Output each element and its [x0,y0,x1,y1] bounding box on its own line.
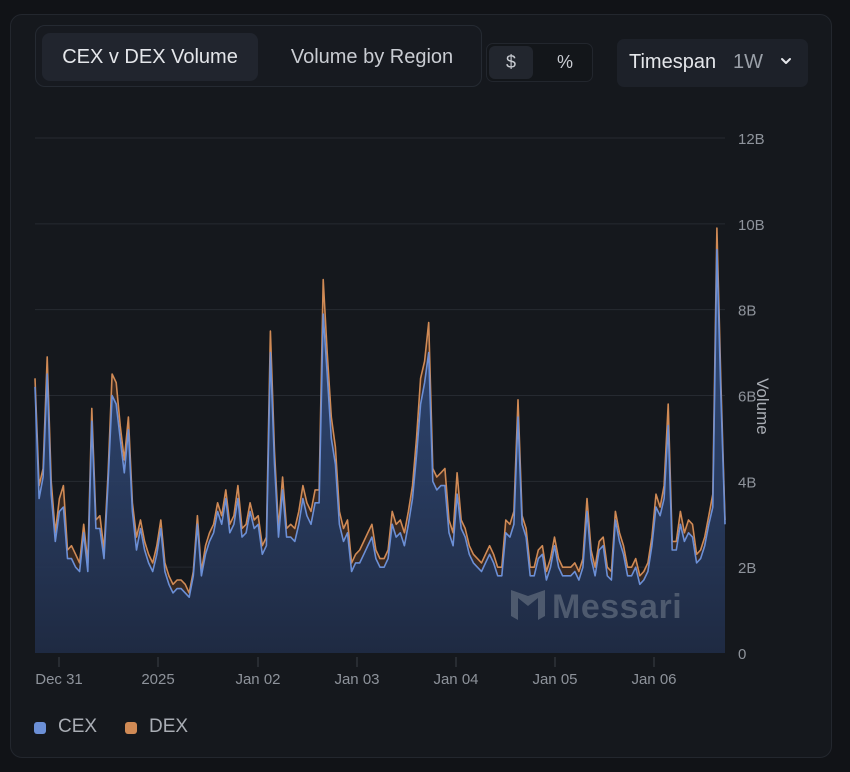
messari-watermark: Messari [510,586,682,629]
y-tick-label: 8B [738,303,756,320]
x-tick-label: Jan 05 [532,671,577,688]
cex-swatch [34,722,46,734]
legend-item-dex[interactable]: DEX [125,716,188,738]
messari-logo-icon [510,586,546,629]
x-tick-label: Dec 31 [35,671,83,688]
legend-label-cex: CEX [58,716,98,737]
dex-swatch [125,722,137,734]
y-axis-title: Volume [753,378,772,435]
legend-item-cex[interactable]: CEX [34,716,97,738]
volume-chart: 02B4B6B8B10B12B Dec 31 2025 Jan 02 Jan 03 Ja… [34,131,765,688]
y-tick-label: 12B [738,131,765,148]
y-tick-label: 0 [738,646,746,663]
x-tick-label: Jan 03 [334,671,379,688]
x-tick-label: Jan 02 [235,671,280,688]
legend-label-dex: DEX [149,716,189,737]
x-tick-label: Jan 06 [631,671,676,688]
y-tick-label: 10B [738,217,765,234]
y-tick-label: 4B [738,474,756,491]
watermark-text: Messari [552,588,683,626]
x-tick-label: 2025 [141,671,174,688]
y-tick-label: 2B [738,560,756,577]
x-tick-label: Jan 04 [433,671,478,688]
